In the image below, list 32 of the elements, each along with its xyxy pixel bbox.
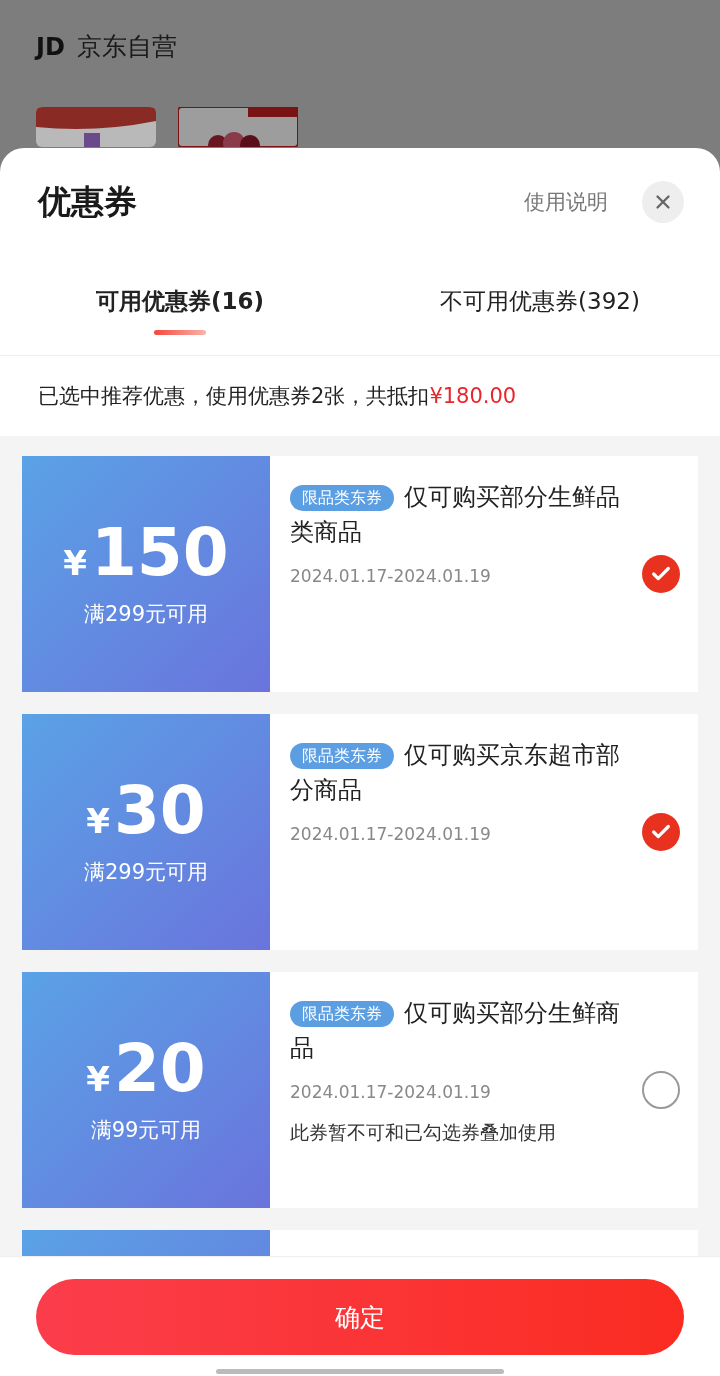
- help-link[interactable]: 使用说明: [524, 188, 608, 216]
- tab[interactable]: 可用优惠券(16): [0, 256, 360, 355]
- currency-symbol: ¥: [86, 1059, 110, 1099]
- select-checkbox[interactable]: [642, 1071, 680, 1109]
- coupon-date: 2024.01.17-2024.01.19: [290, 824, 492, 844]
- summary-text: 已选中推荐优惠，使用优惠券2张，共抵扣¥180.00: [37, 383, 518, 410]
- coupon-amount: 30: [113, 778, 206, 844]
- coupon-title: 限品类东券 仅可购买部分生鲜品类商品: [290, 482, 621, 548]
- currency-symbol: ¥: [86, 801, 110, 841]
- confirm-button[interactable]: 确定: [36, 1279, 684, 1355]
- coupon-amount: 20: [113, 1036, 206, 1102]
- coupon-card[interactable]: ¥20 满99元可用 限品类东券 仅可购买部分生鲜商品 2024.01.17-2024.01.19 此券暂不可和已勾选券叠加使用: [22, 972, 698, 1208]
- coupon-title: 限品类东券 仅可购买京东超市部分商品: [290, 740, 621, 806]
- coupon-title: 限品类东券 仅可购买部分生鲜商品: [290, 998, 621, 1064]
- store-logo: JD: [36, 32, 65, 61]
- coupon-amount: 150: [90, 520, 229, 586]
- coupon-condition: 满299元可用: [83, 859, 209, 886]
- sheet-title: 优惠券: [38, 180, 138, 223]
- tab[interactable]: 不可用优惠券(392): [360, 256, 720, 355]
- coupon-note: 此券暂不可和已勾选券叠加使用: [290, 1120, 557, 1145]
- coupon-date: 2024.01.17-2024.01.19: [290, 566, 492, 586]
- coupon-card[interactable]: ¥30 满299元可用 限品类东券 仅可购买京东超市部分商品 2024.01.17-2024.01.19: [22, 714, 698, 950]
- coupon-condition: 满299元可用: [83, 601, 209, 628]
- store-name: 京东自营: [76, 31, 177, 63]
- select-checkbox[interactable]: [642, 813, 680, 851]
- coupon-card[interactable]: ¥150 满299元可用 限品类东券 仅可购买部分生鲜品类商品 2024.01.17-2024.01.19: [22, 456, 698, 692]
- tab-underline: [154, 330, 206, 335]
- currency-symbol: ¥: [63, 543, 87, 583]
- close-button[interactable]: [642, 181, 684, 223]
- select-checkbox[interactable]: [642, 555, 680, 593]
- coupon-date: 2024.01.17-2024.01.19: [290, 1082, 492, 1102]
- coupon-condition: 满99元可用: [90, 1117, 202, 1144]
